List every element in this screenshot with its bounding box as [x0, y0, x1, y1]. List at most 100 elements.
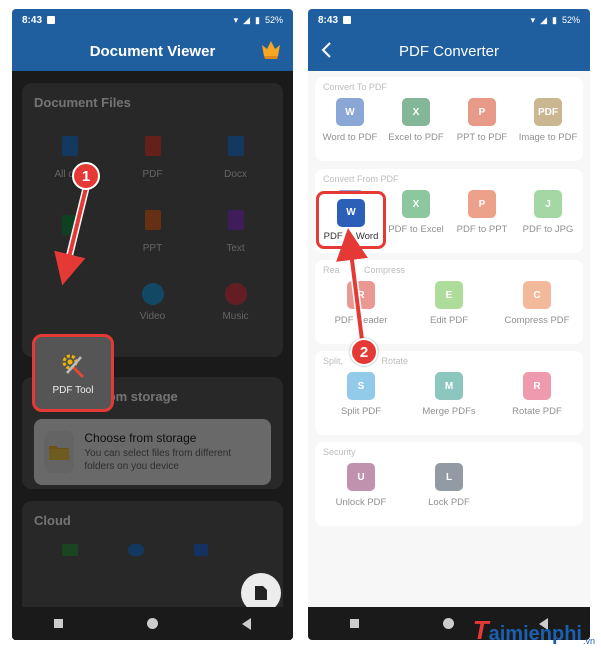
converter-tool-item[interactable]: P PDF to PPT: [449, 190, 515, 235]
text-icon: [219, 203, 253, 237]
converter-tool-label: Word to PDF: [322, 132, 378, 143]
converter-tool-label: PPT to PDF: [456, 132, 508, 143]
tutorial-stage: 8:43 ▾ ◢ ▮ 52% Document Viewer Document …: [0, 0, 601, 650]
docx-icon: [219, 129, 253, 163]
back-button[interactable]: [242, 617, 251, 630]
converter-tool-item[interactable]: J PDF to JPG: [515, 190, 581, 235]
converter-tool-label: Compress PDF: [504, 315, 570, 326]
converter-tool-label: PDF to Excel: [388, 224, 444, 235]
pdf-icon: [136, 129, 170, 163]
converter-tool-label: Excel to PDF: [388, 132, 444, 143]
converter-title: PDF Converter: [398, 42, 500, 60]
app-header: Document Viewer: [12, 31, 293, 71]
converter-tool-item[interactable]: R PDF Reader: [317, 281, 405, 326]
status-time: 8:43: [22, 14, 43, 26]
converter-tool-label: Split PDF: [340, 406, 382, 417]
converter-tool-item[interactable]: X PDF to Excel: [383, 190, 449, 235]
converter-tool-label: Unlock PDF: [335, 497, 387, 508]
converter-tool-item[interactable]: S Split PDF: [317, 372, 405, 417]
converter-tool-item[interactable]: R Rotate PDF: [493, 372, 581, 417]
document-files-label: Docx: [224, 168, 247, 180]
xlsx-icon: [53, 208, 87, 242]
converter-tool-label: Edit PDF: [429, 315, 468, 326]
converter-tool-item[interactable]: W Word to PDF: [317, 98, 383, 143]
word-icon: W: [337, 198, 365, 227]
document-files-item[interactable]: Video: [111, 268, 194, 336]
powerpoint-icon: P: [468, 98, 496, 126]
watermark-t: T: [472, 615, 489, 645]
home-button[interactable]: [147, 618, 158, 629]
battery-icon: ▮: [552, 14, 557, 25]
pdf-reader-icon: R: [347, 281, 375, 309]
choose-title: Choose from storage: [84, 431, 197, 445]
document-files-label: Music: [222, 310, 249, 322]
document-files-item[interactable]: PPT: [111, 194, 194, 262]
read-compress-card: Rea Compress R PDF Reader E Edit PDF C Compre…: [315, 260, 583, 344]
compress-pdf-icon: C: [523, 281, 551, 309]
pdf-to-ppt-icon: P: [468, 190, 496, 218]
convert-from-heading: Convert From PDF: [323, 174, 399, 184]
converter-tool-item[interactable]: PDF Image to PDF: [515, 98, 581, 143]
converter-header: 8:43 ▾ ◢ ▮ 52% PDF Converter: [308, 9, 590, 71]
onedrive-icon[interactable]: [128, 544, 144, 556]
status-time-right: 8:43: [318, 14, 339, 26]
document-files-item[interactable]: Music: [194, 268, 277, 336]
document-files-item[interactable]: Text: [194, 194, 277, 262]
read-compress-heading: Rea Compress: [323, 265, 406, 275]
pdf-to-word-highlight[interactable]: W PDF to Word: [316, 191, 386, 249]
converter-tool-item[interactable]: C Compress PDF: [493, 281, 581, 326]
dropbox-icon[interactable]: [194, 544, 208, 556]
converter-tool-item[interactable]: L Lock PDF: [405, 463, 493, 508]
document-files-item[interactable]: [28, 194, 111, 262]
folder-icon: [44, 431, 75, 473]
pdf-to-excel-icon: X: [402, 190, 430, 218]
home-button[interactable]: [443, 618, 455, 629]
notification-icon: [47, 16, 56, 24]
rotate-pdf-icon: R: [523, 372, 551, 400]
step-2-badge: 2: [350, 338, 378, 366]
google-drive-icon[interactable]: [62, 544, 78, 556]
edit-pdf-icon: E: [435, 281, 463, 309]
merge-pdf-icon: M: [435, 372, 463, 400]
unlock-pdf-icon: U: [347, 463, 375, 491]
wifi-icon: ▾: [233, 14, 239, 25]
system-nav-bar: [12, 607, 293, 640]
document-files-card: Document Files All docPDFDocxPPTTextPDF …: [22, 83, 283, 357]
document-files-grid: All docPDFDocxPPTTextPDF ToolVideoMusic: [22, 110, 283, 336]
document-files-item[interactable]: Docx: [194, 120, 277, 188]
pdf-to-jpg-icon: J: [534, 190, 562, 218]
left-phone-screen: 8:43 ▾ ◢ ▮ 52% Document Viewer Document …: [12, 9, 293, 640]
battery-icon: ▮: [255, 14, 260, 25]
converter-tool-label: Merge PDFs: [422, 406, 476, 417]
pdf-tool-highlight[interactable]: PDF Tool: [32, 334, 114, 412]
converter-tool-label: PDF to PPT: [456, 224, 508, 235]
converter-tool-item[interactable]: E Edit PDF: [405, 281, 493, 326]
recents-button[interactable]: [350, 619, 360, 628]
converter-tool-label: PDF Reader: [334, 315, 388, 326]
right-phone-screen: 8:43 ▾ ◢ ▮ 52% PDF Converter Convert To …: [308, 9, 590, 640]
split-pdf-icon: S: [347, 372, 375, 400]
converter-tool-item[interactable]: M Merge PDFs: [405, 372, 493, 417]
document-files-label: PPT: [142, 242, 163, 254]
convert-to-heading: Convert To PDF: [323, 82, 387, 92]
signal-icon: ◢: [243, 14, 251, 25]
converter-tool-item[interactable]: U Unlock PDF: [317, 463, 405, 508]
home-content: Document Files All docPDFDocxPPTTextPDF …: [12, 71, 293, 640]
document-files-item[interactable]: PDF: [111, 120, 194, 188]
choose-from-storage-button[interactable]: Choose from storage You can select files…: [34, 419, 271, 485]
all-docs-icon: [53, 129, 87, 163]
premium-crown-icon[interactable]: [259, 37, 283, 61]
converter-tool-item[interactable]: X Excel to PDF: [383, 98, 449, 143]
battery-percent-right: 52%: [561, 15, 580, 25]
security-heading: Security: [323, 447, 356, 457]
watermark-logo: T aimienphi .vn: [473, 615, 595, 646]
watermark-tld: .vn: [582, 636, 595, 646]
image-to-pdf-icon: PDF: [534, 98, 562, 126]
converter-tool-label: PDF to JPG: [522, 224, 574, 235]
video-icon: [141, 282, 164, 305]
file-icon: [255, 586, 267, 600]
recents-button[interactable]: [54, 619, 63, 628]
pdf-to-word-label: PDF to Word: [323, 230, 379, 242]
converter-tool-item[interactable]: P PPT to PDF: [449, 98, 515, 143]
back-arrow-icon[interactable]: [320, 42, 332, 58]
